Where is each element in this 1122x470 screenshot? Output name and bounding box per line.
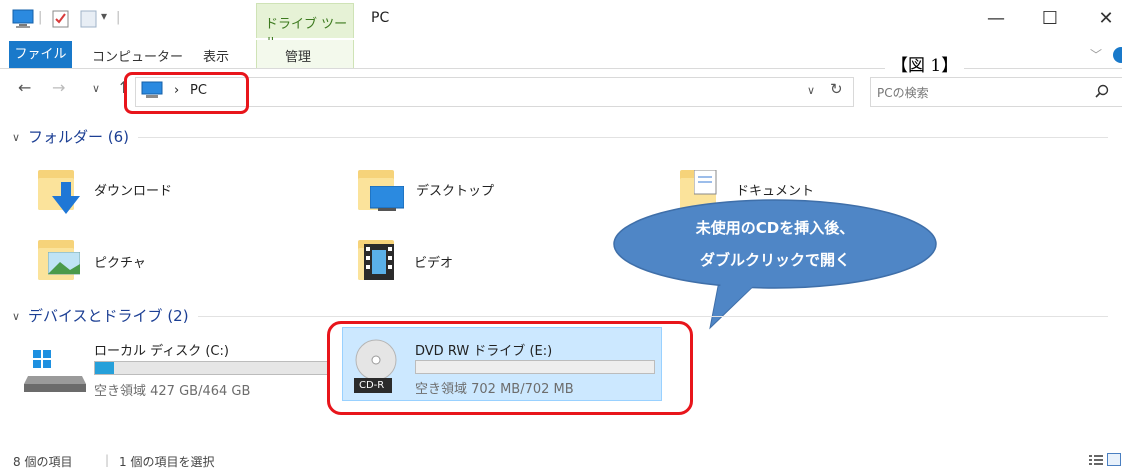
callout-line-1: 未使用のCDを挿入後、 bbox=[695, 219, 855, 237]
folder-pictures-label: ピクチャ bbox=[94, 256, 146, 271]
search-icon[interactable] bbox=[1095, 84, 1109, 98]
folder-videos-label: ビデオ bbox=[414, 256, 454, 271]
figure-label: 【図 1】 bbox=[885, 51, 965, 76]
new-folder-icon[interactable] bbox=[80, 9, 98, 29]
pictures-folder-icon bbox=[38, 238, 80, 280]
drive-c[interactable]: ローカル ディスク (C:) 空き領域 427 GB/464 GB bbox=[24, 330, 328, 400]
instruction-callout-text: 未使用のCDを挿入後、 ダブルクリックで開く bbox=[612, 212, 938, 276]
customize-quick-access-icon[interactable]: ▾ bbox=[101, 9, 107, 23]
tab-manage[interactable]: 管理 bbox=[256, 40, 354, 68]
minimize-button[interactable]: — bbox=[976, 6, 1016, 32]
maximize-button[interactable]: ☐ bbox=[1030, 6, 1070, 32]
refresh-icon[interactable]: ↻ bbox=[830, 80, 843, 98]
title-bar bbox=[0, 0, 1122, 40]
large-icons-view-icon[interactable] bbox=[1107, 453, 1121, 466]
drive-c-name: ローカル ディスク (C:) bbox=[94, 344, 229, 359]
address-highlight-ring bbox=[124, 72, 249, 114]
videos-folder-icon bbox=[358, 238, 394, 280]
computer-icon[interactable] bbox=[12, 9, 34, 29]
folder-documents-label: ドキュメント bbox=[736, 184, 815, 199]
collapse-devices-icon[interactable]: ∨ bbox=[12, 310, 20, 323]
drive-c-usage-bar bbox=[94, 361, 328, 375]
folder-desktop-label: デスクトップ bbox=[416, 184, 495, 199]
tab-file[interactable]: ファイル bbox=[9, 41, 72, 68]
status-divider: | bbox=[105, 453, 110, 467]
folder-downloads-label: ダウンロード bbox=[94, 184, 173, 199]
desktop-folder-icon bbox=[358, 168, 404, 211]
hard-drive-icon bbox=[24, 350, 86, 392]
downloads-folder-icon bbox=[38, 168, 80, 214]
folders-group-header[interactable]: フォルダー (6) bbox=[28, 126, 129, 147]
toolbar-divider: | bbox=[116, 10, 121, 25]
toolbar-divider: | bbox=[38, 10, 43, 25]
expand-ribbon-icon[interactable]: ﹀ bbox=[1090, 46, 1102, 63]
properties-check-icon[interactable] bbox=[52, 9, 70, 29]
collapse-folders-icon[interactable]: ∨ bbox=[12, 131, 20, 144]
callout-line-2: ダブルクリックで開く bbox=[699, 251, 850, 269]
window-title: PC bbox=[371, 10, 390, 26]
recent-locations-icon[interactable]: ∨ bbox=[92, 82, 100, 95]
drive-c-free-space: 空き領域 427 GB/464 GB bbox=[94, 384, 251, 399]
tab-manage-label: 管理 bbox=[285, 50, 312, 65]
search-placeholder: PCの検索 bbox=[877, 86, 929, 100]
address-history-dropdown-icon[interactable]: ∨ bbox=[807, 84, 815, 97]
details-view-icon[interactable] bbox=[1089, 454, 1103, 466]
tab-computer[interactable]: コンピューター bbox=[92, 46, 183, 65]
group-divider bbox=[138, 137, 1108, 138]
close-button[interactable]: ✕ bbox=[1086, 6, 1122, 32]
devices-group-header[interactable]: デバイスとドライブ (2) bbox=[28, 305, 189, 326]
status-selection: 1 個の項目を選択 bbox=[119, 455, 215, 469]
help-icon[interactable] bbox=[1113, 47, 1122, 63]
status-item-count: 8 個の項目 bbox=[13, 455, 73, 469]
group-divider bbox=[198, 316, 1108, 317]
dvd-highlight-ring bbox=[327, 321, 693, 415]
drive-tools-contextual-tab: ドライブ ツール bbox=[256, 3, 354, 51]
tab-view[interactable]: 表示 bbox=[203, 46, 229, 65]
drive-c-usage-fill bbox=[95, 362, 114, 374]
back-arrow-icon[interactable]: ← bbox=[18, 78, 31, 97]
forward-arrow-icon[interactable]: → bbox=[52, 78, 65, 97]
